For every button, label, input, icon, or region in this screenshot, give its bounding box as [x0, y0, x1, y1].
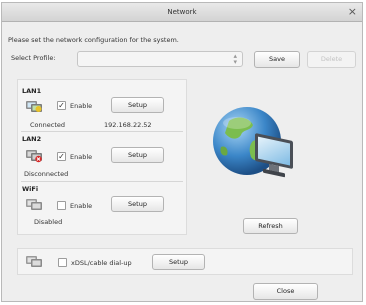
profile-select[interactable]: ▴ ▾ [77, 51, 243, 67]
dialup-panel: xDSL/cable dial-up Setup [17, 248, 353, 275]
close-icon[interactable]: × [348, 6, 357, 17]
close-button[interactable]: Close [253, 283, 318, 300]
dialup-enable-checkbox[interactable] [58, 258, 67, 267]
refresh-button[interactable]: Refresh [243, 218, 298, 234]
wifi-enable-checkbox[interactable] [57, 201, 66, 210]
select-arrows-icon: ▴ ▾ [233, 52, 237, 66]
wifi-setup-button[interactable]: Setup [111, 196, 164, 212]
lan1-setup-button[interactable]: Setup [111, 97, 164, 113]
lan2-title: LAN2 [22, 135, 42, 143]
lan1-enable-label: Enable [70, 102, 93, 110]
divider [21, 131, 183, 132]
divider [21, 181, 183, 182]
lan1-ip: 192.168.22.52 [104, 121, 152, 129]
network-connected-icon [26, 101, 42, 112]
dialup-label: xDSL/cable dial-up [71, 259, 132, 267]
instruction-text: Please set the network configuration for… [8, 36, 179, 44]
profile-label: Select Profile: [11, 54, 56, 62]
save-button[interactable]: Save [254, 51, 300, 68]
lan2-setup-button[interactable]: Setup [111, 147, 164, 163]
title-bar: Network × [2, 3, 362, 22]
lan2-enable-checkbox[interactable]: ✓ [57, 152, 66, 161]
wifi-title: WiFi [22, 185, 39, 193]
wifi-status: Disabled [34, 218, 63, 226]
dialup-setup-button[interactable]: Setup [152, 254, 205, 270]
globe-computer-icon [213, 107, 293, 178]
lan2-status: Disconnected [24, 170, 69, 178]
lan1-status: Connected [30, 121, 66, 129]
lan1-title: LAN1 [22, 87, 42, 95]
network-dialog: Network × Please set the network configu… [1, 2, 363, 302]
lan1-enable-checkbox[interactable]: ✓ [57, 101, 66, 110]
interfaces-panel: LAN1 ✓ Enable Setup Connected 192.168.22… [17, 79, 187, 235]
window-title: Network [167, 8, 197, 16]
dialup-network-icon [26, 256, 42, 267]
wifi-enable-label: Enable [70, 202, 93, 210]
network-disconnected-icon [26, 150, 42, 163]
delete-button[interactable]: Delete [307, 51, 356, 68]
lan2-enable-label: Enable [70, 153, 93, 161]
network-disabled-icon [26, 199, 42, 210]
